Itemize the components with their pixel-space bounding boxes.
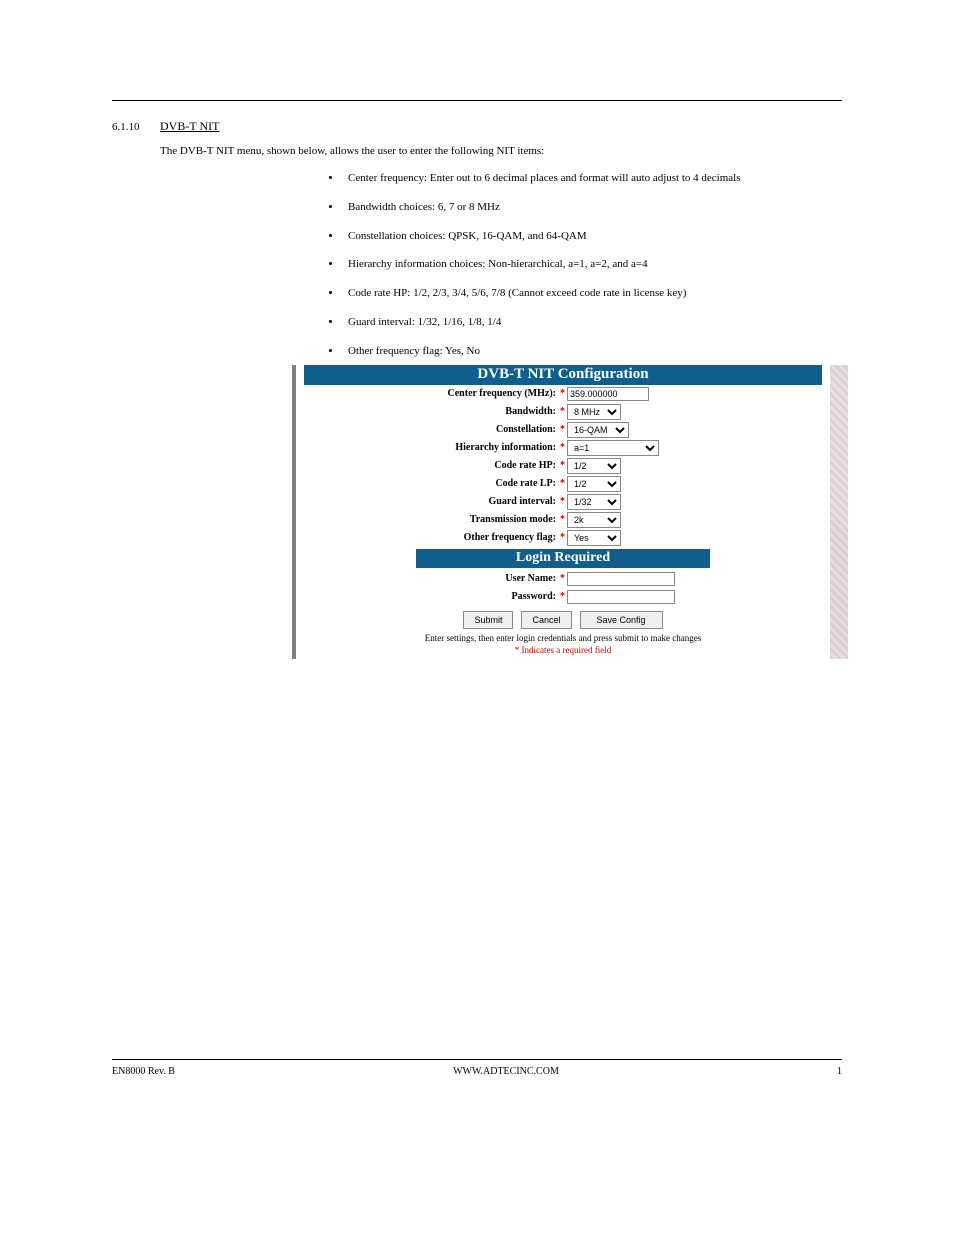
hierarchy-label: Hierarchy information: bbox=[296, 442, 558, 453]
guard-select[interactable]: 1/32 bbox=[567, 494, 621, 510]
required-star: * bbox=[558, 591, 567, 602]
password-input[interactable] bbox=[567, 590, 675, 604]
required-star: * bbox=[558, 496, 567, 507]
tx-mode-select[interactable]: 2k bbox=[567, 512, 621, 528]
guard-label: Guard interval: bbox=[296, 496, 558, 507]
config-screenshot: DVB-T NIT Configuration Center frequency… bbox=[292, 365, 848, 659]
constellation-label: Constellation: bbox=[296, 424, 558, 435]
list-item: Center frequency: Enter out to 6 decimal… bbox=[342, 171, 842, 186]
required-star: * bbox=[558, 388, 567, 399]
constellation-select[interactable]: 16-QAM bbox=[567, 422, 629, 438]
submit-button[interactable]: Submit bbox=[463, 611, 513, 629]
username-label: User Name: bbox=[296, 573, 558, 584]
intro-text: The DVB-T NIT menu, shown below, allows … bbox=[160, 144, 842, 159]
list-item: Hierarchy information choices: Non-hiera… bbox=[342, 257, 842, 272]
username-input[interactable] bbox=[567, 572, 675, 586]
bandwidth-label: Bandwidth: bbox=[296, 406, 558, 417]
required-star: * bbox=[558, 460, 567, 471]
required-star: * bbox=[558, 424, 567, 435]
list-item: Other frequency flag: Yes, No bbox=[342, 344, 842, 359]
list-item: Guard interval: 1/32, 1/16, 1/8, 1/4 bbox=[342, 315, 842, 330]
required-hint: * Indicates a required field bbox=[296, 645, 830, 655]
code-rate-lp-select[interactable]: 1/2 bbox=[567, 476, 621, 492]
required-star: * bbox=[558, 532, 567, 543]
section-heading: 6.1.10 DVB-T NIT bbox=[112, 119, 842, 134]
center-freq-label: Center frequency (MHz): bbox=[296, 388, 558, 399]
section-title: DVB-T NIT bbox=[160, 119, 219, 134]
tx-mode-label: Transmission mode: bbox=[296, 514, 558, 525]
bottom-rule bbox=[112, 1059, 842, 1060]
bandwidth-select[interactable]: 8 MHz bbox=[567, 404, 621, 420]
top-rule bbox=[112, 100, 842, 101]
hierarchy-select[interactable]: a=1 bbox=[567, 440, 659, 456]
save-config-button[interactable]: Save Config bbox=[580, 611, 663, 629]
password-label: Password: bbox=[296, 591, 558, 602]
hint-text: Enter settings, then enter login credent… bbox=[296, 633, 830, 643]
required-star: * bbox=[558, 573, 567, 584]
page-footer: EN8000 Rev. B WWW.ADTECINC.COM 1 bbox=[112, 1059, 842, 1077]
code-rate-hp-label: Code rate HP: bbox=[296, 460, 558, 471]
scrollbar-track[interactable] bbox=[830, 365, 848, 659]
list-item: Bandwidth choices: 6, 7 or 8 MHz bbox=[342, 200, 842, 215]
footer-left: EN8000 Rev. B bbox=[112, 1066, 175, 1077]
other-freq-select[interactable]: Yes bbox=[567, 530, 621, 546]
cancel-button[interactable]: Cancel bbox=[521, 611, 571, 629]
footer-right: 1 bbox=[837, 1066, 842, 1077]
list-item: Constellation choices: QPSK, 16-QAM, and… bbox=[342, 229, 842, 244]
required-star: * bbox=[558, 406, 567, 417]
panel-title: DVB-T NIT Configuration bbox=[304, 365, 822, 385]
login-title: Login Required bbox=[416, 549, 710, 568]
footer-center: WWW.ADTECINC.COM bbox=[453, 1066, 559, 1077]
code-rate-lp-label: Code rate LP: bbox=[296, 478, 558, 489]
required-star: * bbox=[558, 514, 567, 525]
section-number: 6.1.10 bbox=[112, 121, 160, 133]
other-freq-label: Other frequency flag: bbox=[296, 532, 558, 543]
code-rate-hp-select[interactable]: 1/2 bbox=[567, 458, 621, 474]
required-star: * bbox=[558, 442, 567, 453]
required-star: * bbox=[558, 478, 567, 489]
list-item: Code rate HP: 1/2, 2/3, 3/4, 5/6, 7/8 (C… bbox=[342, 286, 842, 301]
bullet-list: Center frequency: Enter out to 6 decimal… bbox=[342, 171, 842, 359]
center-freq-input[interactable] bbox=[567, 387, 649, 401]
